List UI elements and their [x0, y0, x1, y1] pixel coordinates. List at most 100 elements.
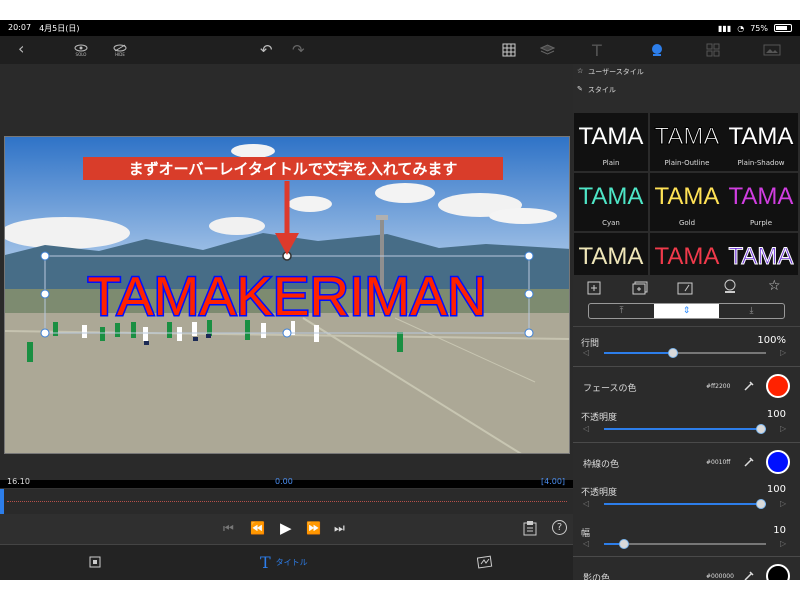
face-opacity-value: 100 [766, 409, 786, 420]
style-preset-8[interactable]: TAMA [650, 233, 724, 275]
stroke-color-row[interactable]: 枠線の色 #0010ff [573, 442, 800, 482]
decrease-icon[interactable]: ◁ [583, 499, 589, 508]
style-plain-outline[interactable]: TAMA Plain-Outline [650, 113, 724, 171]
title-tab[interactable]: T タイトル [260, 553, 308, 572]
step-back-icon[interactable]: ⏪ [250, 521, 265, 535]
eye-icon [74, 44, 88, 51]
style-plain[interactable]: TAMA Plain [574, 113, 648, 171]
eyedropper-icon[interactable] [743, 570, 755, 580]
user-styles-row[interactable]: ☆ ユーザースタイル [577, 67, 644, 77]
style-label: Gold [678, 219, 696, 227]
face-color-hex: #ff2200 [706, 383, 731, 390]
shadow-color-label: 影の色 [583, 574, 611, 580]
skip-to-end-icon[interactable]: ⏭ [334, 521, 345, 536]
duplicate-style-icon[interactable] [632, 280, 648, 299]
crop-icon[interactable] [88, 554, 102, 573]
line-spacing-value: 100% [757, 335, 786, 346]
style-label: Purple [749, 219, 773, 227]
title-t-icon: T [260, 553, 271, 572]
clipboard-icon[interactable] [522, 520, 538, 540]
face-color-swatch[interactable] [766, 374, 790, 398]
status-bar: 20:07 4月5日(日) ▮▮▮ ◔ 75% [0, 20, 800, 36]
alignment-segment: ⤒ ⇕ ⤓ [588, 303, 785, 319]
favorite-star-icon[interactable]: ☆ [768, 278, 781, 294]
step-forward-icon[interactable]: ⏩ [306, 521, 321, 535]
decrease-icon[interactable]: ◁ [583, 539, 589, 548]
effects-icon[interactable] [476, 554, 493, 573]
solo-button[interactable]: SOLO [74, 40, 88, 60]
timeline-left-value: 16.10 [7, 477, 30, 486]
style-label: Plain [602, 159, 620, 167]
redo-icon[interactable]: ↷ [292, 40, 305, 60]
text-tool-icon[interactable]: T [592, 40, 602, 60]
shadow-color-row[interactable]: 影の色 #000000 [573, 556, 800, 580]
grid-icon[interactable] [502, 40, 516, 60]
align-middle-button[interactable]: ⇕ [654, 304, 719, 318]
stroke-color-swatch[interactable] [766, 450, 790, 474]
style-preset-7[interactable]: TAMA [574, 233, 648, 275]
undo-icon[interactable]: ↶ [260, 40, 273, 60]
width-value: 10 [773, 525, 786, 536]
decrease-icon[interactable]: ◁ [583, 424, 589, 433]
style-sample-text: TAMA [728, 183, 794, 210]
shadow-color-swatch[interactable] [766, 564, 790, 580]
face-opacity-slider[interactable] [604, 424, 766, 434]
edit-style-icon[interactable] [677, 280, 693, 299]
eyedropper-icon[interactable] [743, 380, 755, 392]
stroke-opacity-label: 不透明度 [581, 488, 618, 498]
style-tool-icon[interactable] [650, 40, 664, 60]
play-icon[interactable]: ▶ [280, 519, 292, 537]
title-tab-label: タイトル [275, 558, 308, 567]
shapes-icon[interactable] [706, 40, 720, 60]
style-gold[interactable]: TAMA Gold [650, 173, 724, 231]
stroke-opacity-slider[interactable] [604, 499, 766, 509]
video-preview[interactable]: まずオーバーレイタイトルで文字を入れてみます TAMAKERIMAN [4, 136, 570, 454]
align-bottom-button[interactable]: ⤓ [719, 304, 784, 318]
increase-icon[interactable]: ▷ [780, 499, 786, 508]
increase-icon[interactable]: ▷ [780, 424, 786, 433]
help-icon[interactable]: ? [552, 520, 567, 535]
caption-text: まずオーバーレイタイトルで文字を入れてみます [129, 160, 458, 178]
style-preset-9[interactable]: TAMA [724, 233, 798, 275]
face-opacity-label: 不透明度 [581, 413, 618, 423]
playhead[interactable] [0, 489, 4, 515]
style-icon: ✎ [577, 85, 583, 93]
line-spacing-slider[interactable] [604, 348, 766, 358]
back-chevron-icon[interactable]: ‹ [18, 38, 24, 58]
increase-icon[interactable]: ▷ [780, 539, 786, 548]
skip-to-start-icon[interactable]: ⏮ [223, 521, 234, 536]
stroke-opacity-value: 100 [766, 484, 786, 495]
width-label: 幅 [581, 529, 591, 539]
user-styles-label: ユーザースタイル [588, 68, 644, 76]
style-label: Plain-Shadow [737, 159, 785, 167]
timeline-track[interactable] [0, 488, 573, 515]
status-time: 20:07 [8, 22, 32, 32]
style-sample-text: TAMA [728, 123, 794, 150]
battery-icon [774, 24, 792, 32]
style-panel: ☆ ユーザースタイル ✎ スタイル TAMA Plain TAMA Plain-… [573, 64, 800, 580]
eyedropper-icon[interactable] [743, 456, 755, 468]
shadow-color-hex: #000000 [706, 573, 734, 580]
style-plain-shadow[interactable]: TAMA Plain-Shadow [724, 113, 798, 171]
styles-row[interactable]: ✎ スタイル [577, 85, 616, 95]
increase-icon[interactable]: ▷ [780, 348, 786, 357]
stroke-color-label: 枠線の色 [583, 460, 620, 470]
face-color-row[interactable]: フェースの色 #ff2200 [573, 366, 800, 406]
hide-button[interactable]: HIDE [113, 40, 127, 60]
add-style-icon[interactable] [587, 280, 601, 299]
style-cyan[interactable]: TAMA Cyan [574, 173, 648, 231]
layers-icon[interactable] [540, 40, 555, 60]
style-purple[interactable]: TAMA Purple [724, 173, 798, 231]
style-label: Plain-Outline [664, 159, 710, 167]
style-sample-text: TAMA [654, 183, 720, 210]
width-slider[interactable] [604, 539, 766, 549]
image-icon[interactable] [763, 40, 781, 60]
stroke-color-hex: #0010ff [706, 459, 731, 466]
style-sample-text: TAMA [654, 243, 720, 270]
overlay-title-text[interactable]: TAMAKERIMAN [86, 264, 488, 329]
style-sample-text: TAMA [728, 243, 794, 270]
align-top-button[interactable]: ⤒ [589, 304, 654, 318]
decrease-icon[interactable]: ◁ [583, 348, 589, 357]
eye-off-icon [113, 44, 127, 51]
style-tool-icon-2[interactable] [723, 278, 737, 298]
